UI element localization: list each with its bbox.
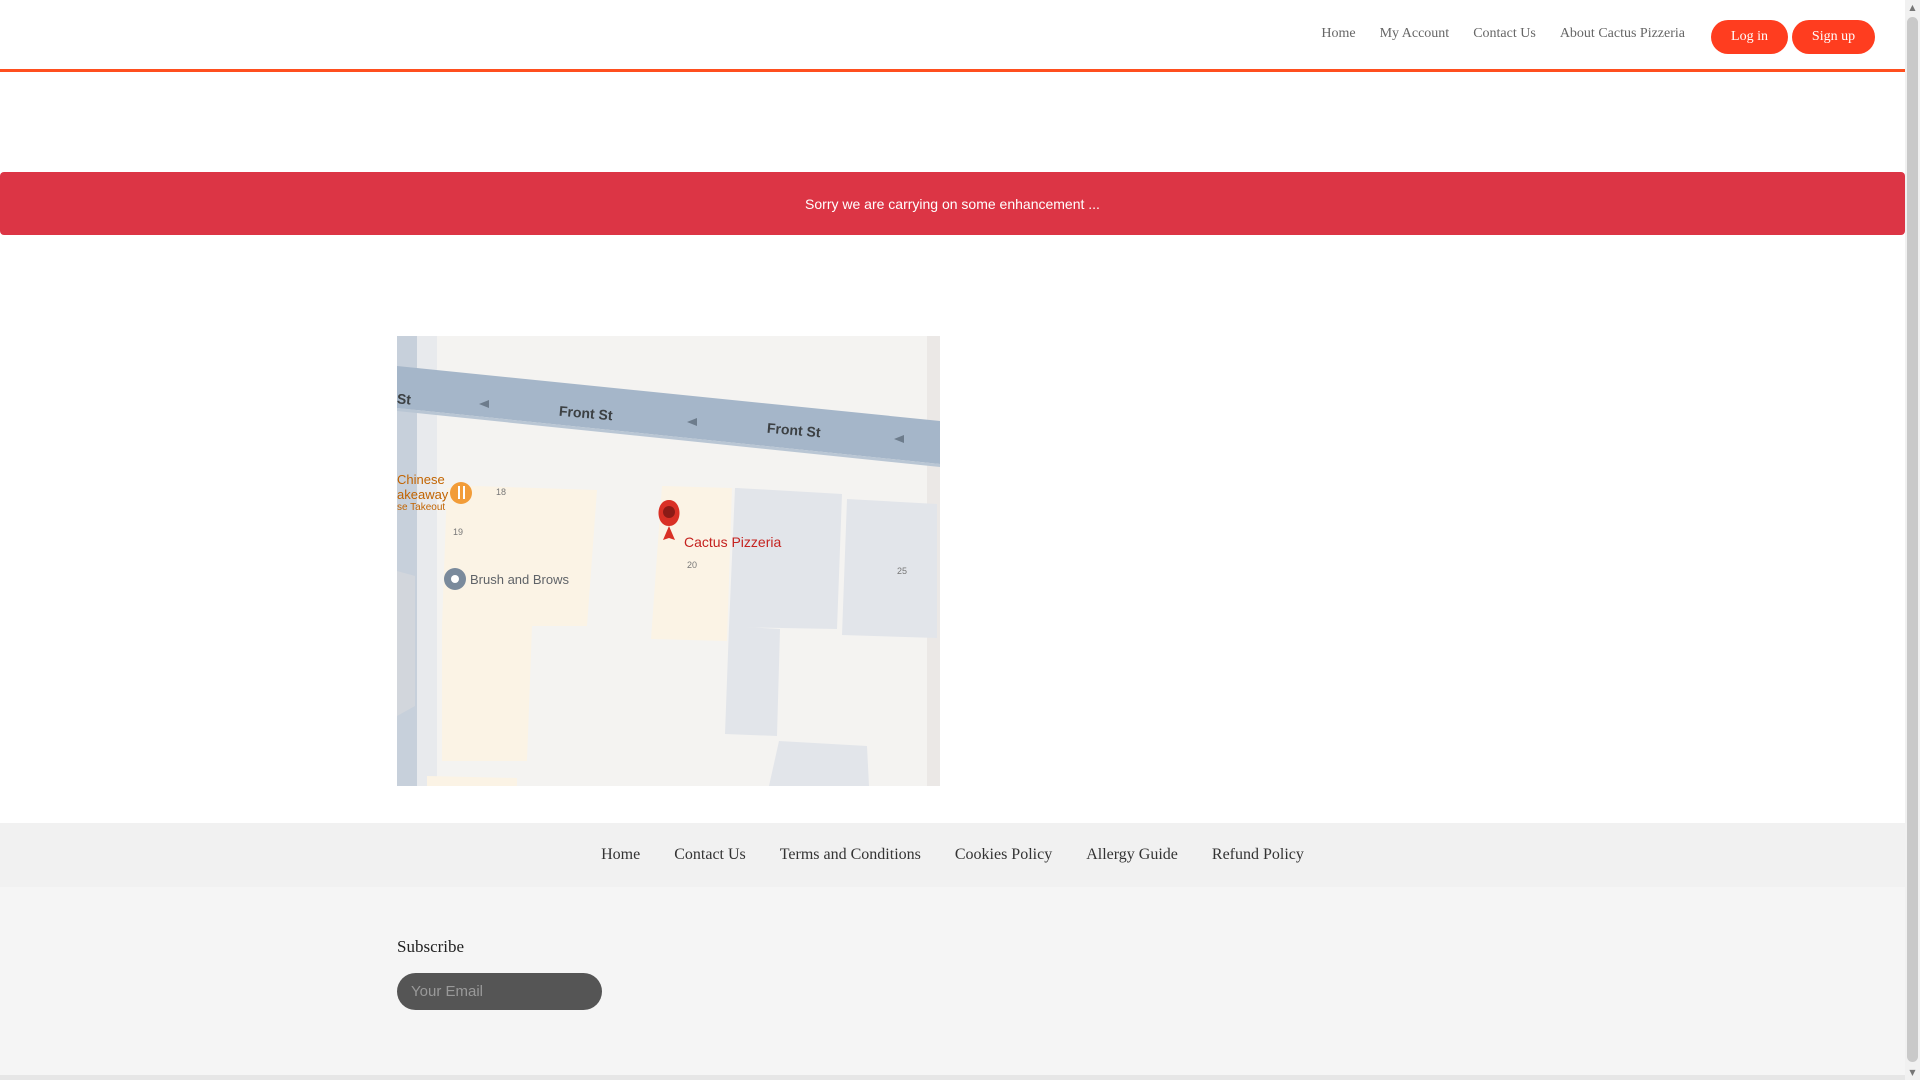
login-button[interactable]: Log in: [1711, 20, 1788, 54]
nav-contact-us-link[interactable]: Contact Us: [1473, 26, 1536, 42]
map-house-number: 18: [496, 487, 507, 497]
footer-home-link[interactable]: Home: [601, 846, 640, 864]
maintenance-alert: Sorry we are carrying on some enhancemen…: [0, 172, 1905, 235]
map-place-label: Brush and Brows: [470, 572, 569, 587]
bottom-divider: [0, 1075, 1905, 1080]
map-graphic: [397, 336, 940, 786]
footer-contact-us-link[interactable]: Contact Us: [674, 846, 746, 864]
footer-cookies-link[interactable]: Cookies Policy: [955, 846, 1052, 864]
page: Home My Account Contact Us About Cactus …: [0, 0, 1905, 1080]
scroll-up-arrow-icon[interactable]: ▲: [1905, 0, 1920, 15]
restaurant-pin-icon: [450, 482, 472, 504]
top-nav: Home My Account Contact Us About Cactus …: [1297, 26, 1685, 42]
map-place-label: Cactus Pizzeria: [684, 534, 782, 550]
footer-nav: Home Contact Us Terms and Conditions Coo…: [0, 823, 1905, 887]
page-scrollbar[interactable]: ▲ ▼: [1905, 0, 1920, 1080]
map-street-label: St: [397, 390, 412, 408]
map-house-number: 20: [687, 560, 698, 570]
signup-button[interactable]: Sign up: [1792, 20, 1875, 54]
grey-map-pin-icon: [444, 568, 466, 590]
footer-terms-link[interactable]: Terms and Conditions: [780, 846, 921, 864]
footer-refund-link[interactable]: Refund Policy: [1212, 846, 1304, 864]
subscribe-title: Subscribe: [397, 937, 465, 956]
footer-allergy-link[interactable]: Allergy Guide: [1086, 846, 1178, 864]
nav-home-link[interactable]: Home: [1321, 26, 1355, 42]
map-place-label: akeaway: [397, 487, 449, 502]
location-map[interactable]: St Front St Front St Cactus Pizzeria Bru…: [397, 336, 940, 786]
subscribe-section: Subscribe: [0, 887, 1905, 1075]
nav-my-account-link[interactable]: My Account: [1380, 26, 1450, 42]
map-house-number: 25: [897, 566, 908, 576]
map-house-number: 19: [453, 527, 464, 537]
alert-message: Sorry we are carrying on some enhancemen…: [805, 195, 1100, 212]
scrollbar-thumb[interactable]: [1907, 17, 1918, 1062]
map-place-label: Chinese: [397, 472, 445, 487]
nav-about-link[interactable]: About Cactus Pizzeria: [1560, 26, 1685, 42]
site-header: Home My Account Contact Us About Cactus …: [0, 0, 1905, 72]
scroll-down-arrow-icon[interactable]: ▼: [1905, 1065, 1920, 1080]
map-place-label: se Takeout: [397, 502, 446, 513]
email-field[interactable]: [397, 973, 602, 1010]
